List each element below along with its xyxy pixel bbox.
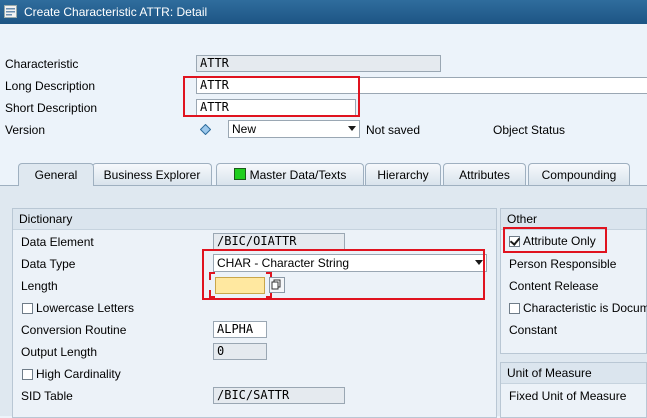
characteristic-doc-checkbox[interactable] [509, 303, 520, 314]
version-label: Version [5, 123, 46, 137]
high-cardinality-checkbox[interactable] [22, 369, 33, 380]
tab-panel-general: Dictionary Data Element /BIC/OIATTR Data… [0, 185, 647, 418]
tab-hierarchy[interactable]: Hierarchy [365, 163, 441, 185]
description-highlight-box [183, 76, 360, 117]
version-diamond-icon [200, 124, 211, 135]
fixed-unit-label: Fixed Unit of Measure [509, 389, 627, 403]
output-length-field[interactable]: 0 [213, 343, 267, 360]
tab-compounding[interactable]: Compounding [528, 163, 630, 185]
object-status-label: Object Status [493, 123, 566, 137]
other-group: Other Attribute Only Person Responsible … [500, 208, 647, 354]
attribute-only-highlight-box [503, 227, 607, 253]
tab-master-data-texts-label: Master Data/Texts [249, 168, 347, 182]
window-icon [4, 5, 17, 18]
unit-of-measure-group: Unit of Measure Fixed Unit of Measure [500, 362, 647, 418]
sid-table-label: SID Table [21, 389, 73, 403]
tab-strip: General Business Explorer Master Data/Te… [0, 163, 647, 186]
person-responsible-label: Person Responsible [509, 257, 617, 271]
unit-of-measure-group-title: Unit of Measure [501, 363, 646, 384]
toolbar-area [0, 24, 647, 46]
data-element-label: Data Element [21, 235, 94, 249]
tab-general-label: General [34, 168, 78, 182]
version-value: New [232, 122, 257, 136]
characteristic-label: Characteristic [5, 57, 79, 71]
content-release-label: Content Release [509, 279, 599, 293]
tab-compounding-label: Compounding [541, 168, 617, 182]
short-description-label: Short Description [5, 101, 98, 115]
tab-master-data-texts[interactable]: Master Data/Texts [216, 163, 364, 185]
green-status-icon [233, 168, 246, 180]
conversion-routine-field[interactable]: ALPHA [213, 321, 267, 338]
lowercase-label: Lowercase Letters [36, 301, 135, 315]
long-description-label: Long Description [5, 79, 96, 93]
tab-hierarchy-label: Hierarchy [377, 168, 429, 182]
characteristic-field[interactable]: ATTR [196, 55, 441, 72]
sid-table-field[interactable]: /BIC/SATTR [213, 387, 345, 404]
tab-attributes[interactable]: Attributes [443, 163, 526, 185]
characteristic-doc-label: Characteristic is Docum [523, 301, 647, 315]
lowercase-checkbox[interactable] [22, 303, 33, 314]
dictionary-group: Dictionary Data Element /BIC/OIATTR Data… [12, 208, 497, 418]
datatype-length-highlight-box [202, 249, 485, 300]
chevron-down-icon[interactable] [348, 126, 356, 131]
length-label: Length [21, 279, 58, 293]
version-dropdown[interactable]: New [228, 120, 360, 138]
data-type-label: Data Type [21, 257, 76, 271]
window-titlebar: Create Characteristic ATTR: Detail [0, 0, 647, 24]
tab-attributes-label: Attributes [459, 168, 510, 182]
version-status: Not saved [366, 123, 421, 137]
constant-label: Constant [509, 323, 558, 337]
window-title: Create Characteristic ATTR: Detail [24, 5, 208, 19]
data-element-field[interactable]: /BIC/OIATTR [213, 233, 345, 250]
conversion-routine-label: Conversion Routine [21, 323, 127, 337]
tab-business-explorer[interactable]: Business Explorer [92, 163, 212, 185]
high-cardinality-label: High Cardinality [36, 367, 121, 381]
tab-business-explorer-label: Business Explorer [103, 168, 201, 182]
tab-general[interactable]: General [18, 163, 94, 186]
output-length-label: Output Length [21, 345, 98, 359]
dictionary-group-title: Dictionary [13, 209, 496, 230]
